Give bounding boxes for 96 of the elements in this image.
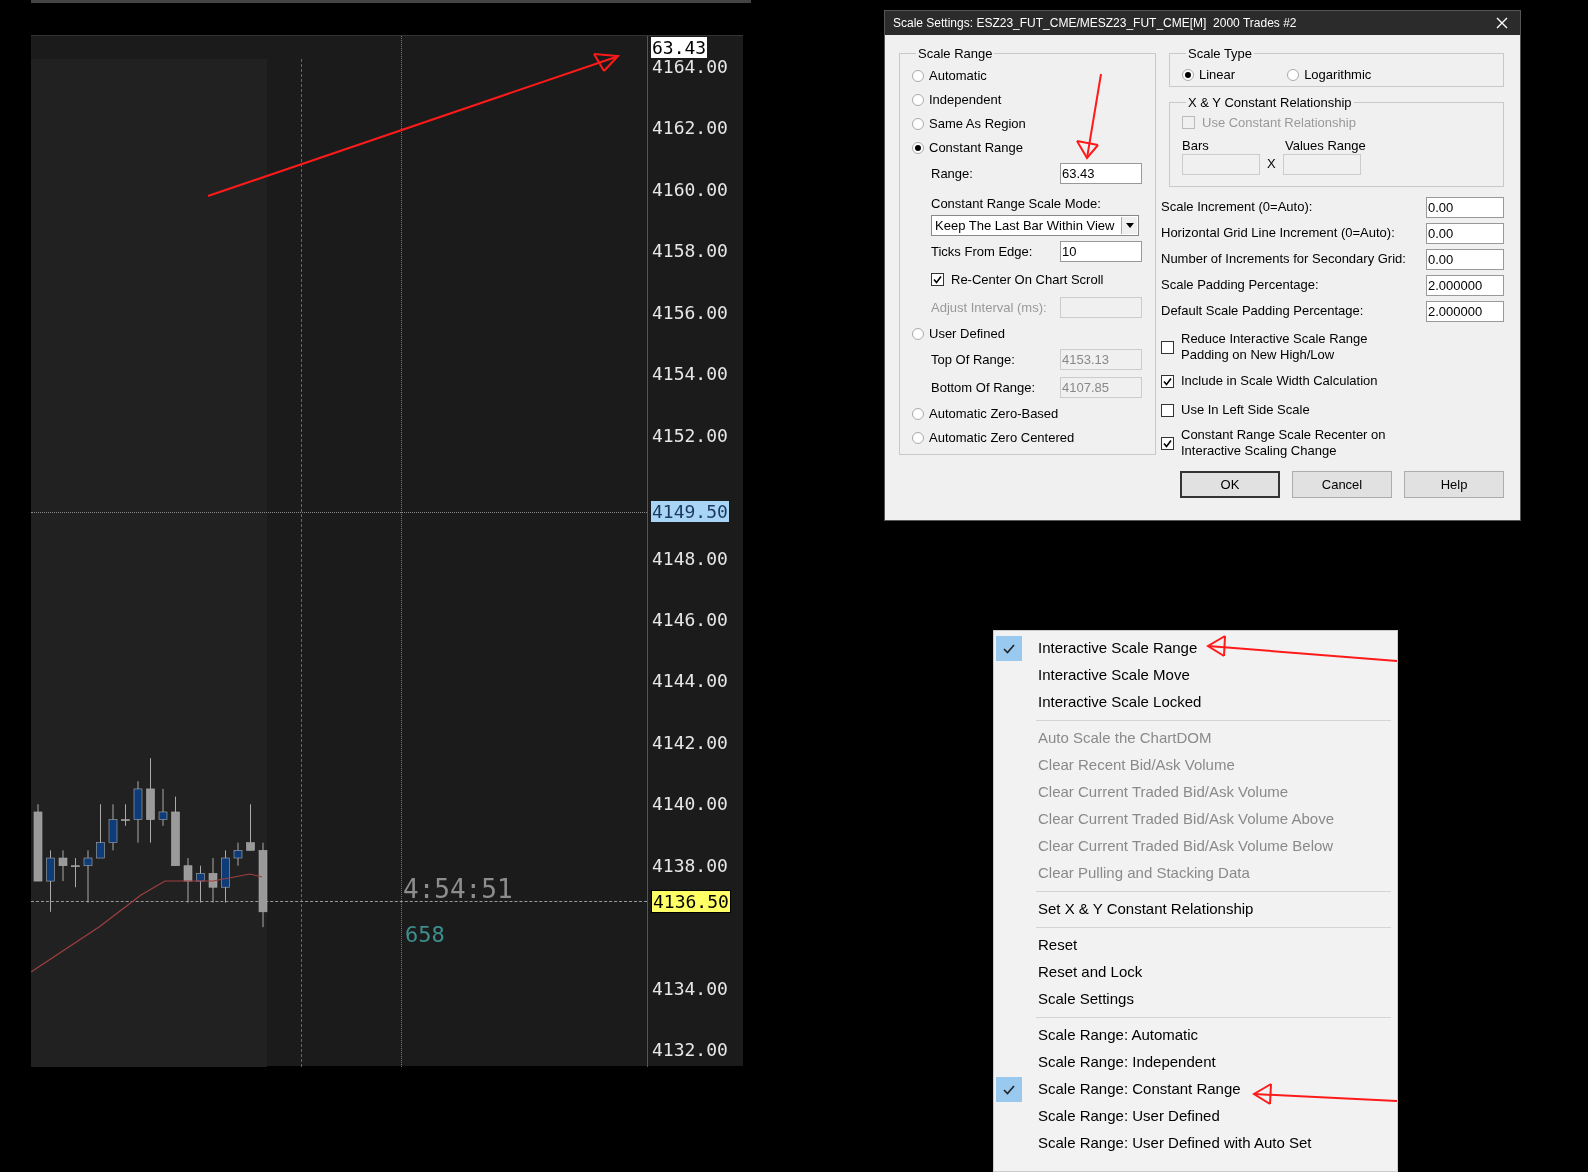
group-label: Scale Type xyxy=(1187,45,1254,63)
field-label: Range: xyxy=(931,164,973,183)
field-label: Horizontal Grid Line Increment (0=Auto): xyxy=(1161,224,1395,243)
radio-option[interactable]: Automatic Zero Centered xyxy=(912,427,1075,448)
text-field[interactable]: 10 xyxy=(1060,241,1142,262)
checkbox[interactable]: Include in Scale Width Calculation xyxy=(1161,373,1378,389)
text-field[interactable]: 2.000000 xyxy=(1426,300,1504,322)
candlestick xyxy=(221,849,230,904)
price-label: 4154.00 xyxy=(652,364,728,385)
crosshair-price-label: 4149.50 xyxy=(651,501,729,522)
menu-item[interactable]: Reset and Lock xyxy=(996,959,1395,986)
field-label: Ticks From Edge: xyxy=(931,242,1033,261)
price-label: 4158.00 xyxy=(652,241,728,262)
checkbox[interactable]: Constant Range Scale Recenter on Interactive Scaling Change xyxy=(1161,427,1401,459)
candlestick xyxy=(71,857,80,888)
checkbox[interactable]: Use In Left Side Scale xyxy=(1161,402,1310,418)
candlestick xyxy=(108,803,118,851)
field-label: Scale Padding Percentage: xyxy=(1161,276,1319,295)
price-label: 4152.00 xyxy=(652,425,728,446)
field-label: Scale Increment (0=Auto): xyxy=(1161,198,1313,217)
last-price-label: 4136.50 xyxy=(651,890,731,913)
menu-item[interactable]: Scale Range: Constant Range xyxy=(996,1076,1395,1103)
radio-option[interactable]: Constant Range xyxy=(912,137,1023,158)
menu-item[interactable]: Set X & Y Constant Relationship xyxy=(996,896,1395,923)
range-label: 63.43 xyxy=(651,37,708,58)
field-label: Top Of Range: xyxy=(931,350,1015,369)
bar-timer: 4:54:51 xyxy=(403,874,513,904)
price-label: 4138.00 xyxy=(652,855,728,876)
field-label: Default Scale Padding Percentage: xyxy=(1161,302,1364,321)
dialog-button[interactable]: Help xyxy=(1404,471,1504,498)
price-label: 4140.00 xyxy=(652,794,728,815)
candlestick xyxy=(246,803,255,851)
group-label: X & Y Constant Relationship xyxy=(1187,94,1353,112)
menu-item[interactable]: Scale Range: Automatic xyxy=(996,1022,1395,1049)
field-label: Bottom Of Range: xyxy=(931,378,1036,397)
radio-option[interactable]: Linear xyxy=(1182,64,1236,85)
price-label: 4162.00 xyxy=(652,118,728,139)
candlestick xyxy=(171,796,180,867)
text-field[interactable]: 0.00 xyxy=(1426,196,1504,218)
menu-item[interactable]: Scale Range: Independent xyxy=(996,1049,1395,1076)
checkbox[interactable]: Re-Center On Chart Scroll xyxy=(931,271,1104,288)
price-label: 4156.00 xyxy=(652,302,728,323)
check-icon xyxy=(1163,438,1172,448)
price-label: 4164.00 xyxy=(652,57,728,77)
text-field[interactable]: 63.43 xyxy=(1060,163,1142,184)
candlestick xyxy=(96,803,105,859)
menu-item[interactable]: Interactive Scale Move xyxy=(996,662,1395,689)
group-label: Scale Range xyxy=(917,45,994,63)
candlestick xyxy=(46,849,55,913)
candlestick xyxy=(58,849,68,882)
close-button[interactable] xyxy=(1494,15,1510,31)
candlestick xyxy=(196,865,205,904)
field-label: Number of Increments for Secondary Grid: xyxy=(1161,250,1406,269)
radio-option[interactable]: Independent xyxy=(912,89,1002,110)
price-label: 4148.00 xyxy=(652,548,728,569)
price-label: 4144.00 xyxy=(652,671,728,692)
menu-item[interactable]: Scale Settings xyxy=(996,986,1395,1013)
text-field[interactable]: 0.00 xyxy=(1426,222,1504,244)
candlestick xyxy=(158,788,168,827)
menu-item[interactable]: Reset xyxy=(996,932,1395,959)
checkbox[interactable]: Reduce Interactive Scale Range Padding on New High/Low xyxy=(1161,331,1401,363)
price-label: 4134.00 xyxy=(652,978,728,999)
text-field[interactable] xyxy=(1282,153,1361,175)
candlestick xyxy=(133,780,143,844)
field-label: Bars xyxy=(1182,136,1210,154)
volume-label: 658 xyxy=(405,922,445,948)
radio-option[interactable]: User Defined xyxy=(912,323,1005,344)
dialog-button[interactable]: OK xyxy=(1180,471,1280,498)
menu-item[interactable]: Scale Range: User Defined xyxy=(996,1103,1395,1130)
candlestick xyxy=(83,849,93,904)
window-title: Scale Settings: ESZ23_FUT_CME/MESZ23_FUT_CME[M] 2000 Trades #2 xyxy=(893,15,1297,32)
price-label: 4146.00 xyxy=(652,609,728,630)
text-field[interactable]: 2.000000 xyxy=(1426,274,1504,296)
times-label: X xyxy=(1267,155,1276,174)
price-label: 4160.00 xyxy=(652,179,728,200)
menu-item[interactable]: Interactive Scale Locked xyxy=(996,689,1395,716)
field-label: Adjust Interval (ms): xyxy=(931,298,1047,317)
radio-option[interactable]: Logarithmic xyxy=(1287,64,1372,85)
check-icon xyxy=(1163,376,1172,386)
field-label: Values Range xyxy=(1285,136,1366,154)
field-label: Constant Range Scale Mode: xyxy=(931,195,1101,213)
price-label: 4132.00 xyxy=(652,1040,728,1061)
check-icon xyxy=(933,275,942,284)
menu-item[interactable]: Scale Range: User Defined with Auto Set xyxy=(996,1130,1395,1157)
dialog-button[interactable]: Cancel xyxy=(1292,471,1392,498)
radio-option[interactable]: Automatic xyxy=(912,65,987,86)
candlestick xyxy=(121,803,130,827)
candlestick xyxy=(233,842,243,867)
text-field[interactable] xyxy=(1182,153,1260,175)
text-field[interactable]: 0.00 xyxy=(1426,248,1504,270)
menu-item[interactable]: Interactive Scale Range xyxy=(996,635,1395,662)
radio-option[interactable]: Same As Region xyxy=(912,113,1026,134)
dropdown[interactable]: Keep The Last Bar Within View xyxy=(931,215,1139,236)
radio-option[interactable]: Automatic Zero-Based xyxy=(912,403,1059,424)
caret-icon xyxy=(1125,223,1134,228)
price-label: 4142.00 xyxy=(652,732,728,753)
